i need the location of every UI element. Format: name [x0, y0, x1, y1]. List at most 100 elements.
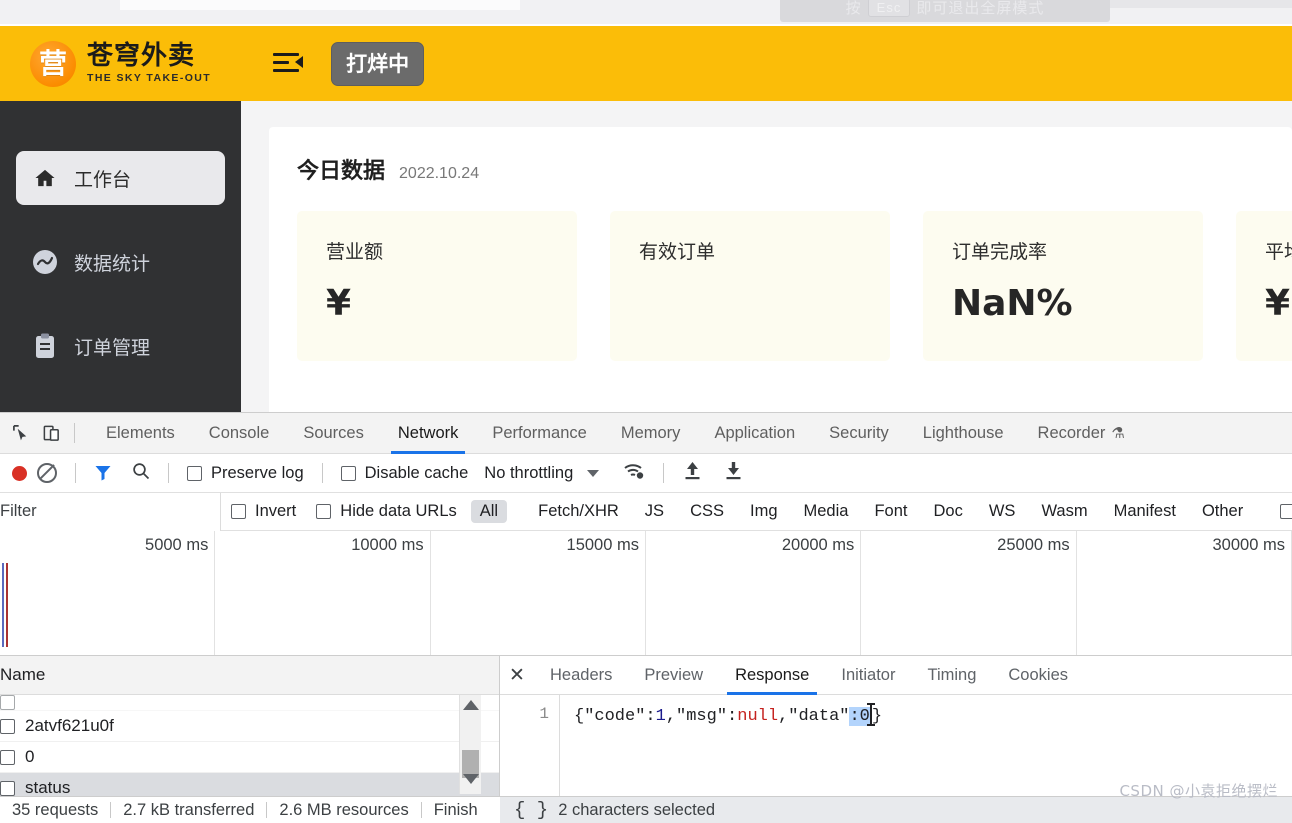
- preserve-log-checkbox[interactable]: Preserve log: [187, 464, 304, 483]
- today-data-panel: 今日数据 2022.10.24 营业额 ¥ 有效订单 订单完成率 NaN% 平均: [269, 127, 1292, 417]
- tab-cookies[interactable]: Cookies: [992, 656, 1084, 695]
- tab-recorder[interactable]: Recorder ⚗: [1021, 413, 1142, 454]
- tab-console[interactable]: Console: [192, 413, 287, 454]
- table-row[interactable]: 2atvf621u0f: [0, 711, 499, 742]
- scroll-up-arrow-icon[interactable]: [462, 700, 479, 710]
- request-list-scrollbar[interactable]: [459, 695, 481, 794]
- row-checkbox[interactable]: [0, 718, 15, 734]
- device-toolbar-icon[interactable]: [36, 418, 66, 448]
- clipboard-icon: [30, 333, 60, 359]
- tab-timing[interactable]: Timing: [911, 656, 992, 695]
- filter-type-wasm[interactable]: Wasm: [1032, 500, 1096, 523]
- stat-card-average: 平均 ¥: [1236, 211, 1292, 361]
- panel-date: 2022.10.24: [399, 165, 480, 182]
- timeline-grid: 5000 ms 10000 ms 15000 ms 20000 ms 25000…: [0, 531, 1292, 655]
- scroll-down-arrow-icon[interactable]: [463, 774, 479, 784]
- sidebar-item-statistics[interactable]: 数据统计: [16, 235, 225, 289]
- tab-initiator[interactable]: Initiator: [825, 656, 911, 695]
- tab-network[interactable]: Network: [381, 413, 476, 454]
- clear-requests-icon[interactable]: [37, 463, 57, 483]
- checkbox-box[interactable]: [187, 465, 202, 481]
- row-checkbox[interactable]: [0, 780, 15, 796]
- inspect-element-icon[interactable]: [6, 418, 36, 448]
- tab-response[interactable]: Response: [719, 656, 825, 695]
- page-title: 今日数据: [297, 159, 386, 184]
- filter-type-other[interactable]: Other: [1193, 500, 1252, 523]
- tab-preview[interactable]: Preview: [628, 656, 719, 695]
- json-part-1: {"code":: [574, 707, 656, 726]
- editor-status: { } 2 characters selected: [500, 797, 1292, 823]
- tab-application[interactable]: Application: [697, 413, 812, 454]
- throttling-select[interactable]: No throttling: [484, 464, 573, 483]
- column-header-name[interactable]: Name: [0, 665, 45, 685]
- filter-funnel-icon[interactable]: [94, 464, 112, 482]
- filter-type-media[interactable]: Media: [795, 500, 858, 523]
- timeline-tick-label: 5000 ms: [145, 536, 209, 554]
- row-checkbox[interactable]: [0, 749, 15, 765]
- shop-status-badge[interactable]: 打烊中: [331, 41, 425, 86]
- sidebar-item-workbench[interactable]: 工作台: [16, 151, 225, 205]
- tab-security[interactable]: Security: [812, 413, 906, 454]
- stat-card-label: 有效订单: [639, 241, 716, 263]
- table-row[interactable]: [0, 695, 499, 711]
- checkbox-box[interactable]: [231, 504, 246, 519]
- has-blocked-checkbox[interactable]: Has block: [1280, 502, 1292, 521]
- checkbox-box[interactable]: [340, 465, 356, 481]
- toolbar-divider: [321, 463, 323, 483]
- sidebar-item-orders[interactable]: 订单管理: [16, 319, 225, 373]
- stat-card-label: 平均: [1265, 241, 1292, 263]
- filter-type-css[interactable]: CSS: [681, 500, 733, 523]
- checkbox-box[interactable]: [1280, 504, 1292, 519]
- brand-name-en: THE SKY TAKE-OUT: [87, 72, 212, 85]
- row-checkbox[interactable]: [0, 695, 15, 710]
- hide-data-urls-checkbox[interactable]: Hide data URLs: [316, 502, 457, 521]
- transferred-size: 2.7 kB transferred: [123, 800, 255, 819]
- tab-sources[interactable]: Sources: [286, 413, 381, 454]
- filter-type-all[interactable]: All: [470, 500, 508, 523]
- tab-lighthouse[interactable]: Lighthouse: [906, 413, 1021, 454]
- request-name: 2atvf621u0f: [25, 716, 114, 735]
- checkbox-box[interactable]: [316, 504, 332, 519]
- filter-type-img[interactable]: Img: [741, 500, 787, 523]
- filter-type-ws[interactable]: WS: [980, 500, 1025, 523]
- filter-type-fetch-xhr[interactable]: Fetch/XHR: [529, 500, 628, 523]
- timeline-bar-blue: [2, 563, 4, 647]
- fullscreen-exit-hint: 按 Esc 即可退出全屏模式: [780, 0, 1110, 22]
- stat-card-value: ¥: [1265, 283, 1291, 324]
- timeline-tick-label: 20000 ms: [781, 536, 855, 554]
- timeline-tick-label: 15000 ms: [566, 536, 639, 554]
- timeline-tick-cell: 20000 ms: [646, 531, 862, 655]
- tab-performance[interactable]: Performance: [475, 413, 603, 454]
- request-name: 0: [25, 747, 35, 766]
- filter-type-font[interactable]: Font: [865, 500, 916, 523]
- import-har-icon[interactable]: [684, 461, 701, 485]
- collapse-line-3: [273, 68, 300, 72]
- timeline-tick-label: 10000 ms: [351, 536, 424, 554]
- record-toggle-icon[interactable]: [12, 465, 27, 481]
- json-part-2: ,"msg":: [665, 707, 738, 726]
- sidebar-collapse-icon[interactable]: [273, 51, 304, 77]
- filter-type-doc[interactable]: Doc: [925, 500, 972, 523]
- export-har-icon[interactable]: [725, 461, 742, 485]
- tab-memory[interactable]: Memory: [604, 413, 698, 454]
- chevron-down-icon[interactable]: [587, 469, 600, 477]
- filter-type-manifest[interactable]: Manifest: [1105, 500, 1185, 523]
- network-timeline-overview[interactable]: 5000 ms 10000 ms 15000 ms 20000 ms 25000…: [0, 531, 1292, 656]
- toolbar-divider: [75, 463, 76, 483]
- close-icon[interactable]: ✕: [500, 664, 534, 687]
- json-part-3: ,"data": [778, 707, 850, 726]
- filter-type-js[interactable]: JS: [636, 500, 673, 523]
- pretty-print-icon[interactable]: { }: [514, 799, 548, 821]
- devtools-tab-list: Elements Console Sources Network Perform…: [89, 413, 1142, 454]
- devtools-tabbar: Elements Console Sources Network Perform…: [0, 413, 1292, 454]
- collapse-line-2: [273, 60, 290, 64]
- sidebar-label-orders: 订单管理: [74, 336, 151, 359]
- invert-checkbox[interactable]: Invert: [231, 502, 296, 521]
- table-row[interactable]: 0: [0, 742, 499, 773]
- disable-cache-checkbox[interactable]: Disable cache: [340, 464, 468, 483]
- network-conditions-icon[interactable]: [623, 462, 645, 485]
- tab-headers[interactable]: Headers: [534, 656, 628, 695]
- filter-input[interactable]: [0, 492, 221, 531]
- search-icon[interactable]: [132, 462, 150, 485]
- tab-elements[interactable]: Elements: [89, 413, 192, 454]
